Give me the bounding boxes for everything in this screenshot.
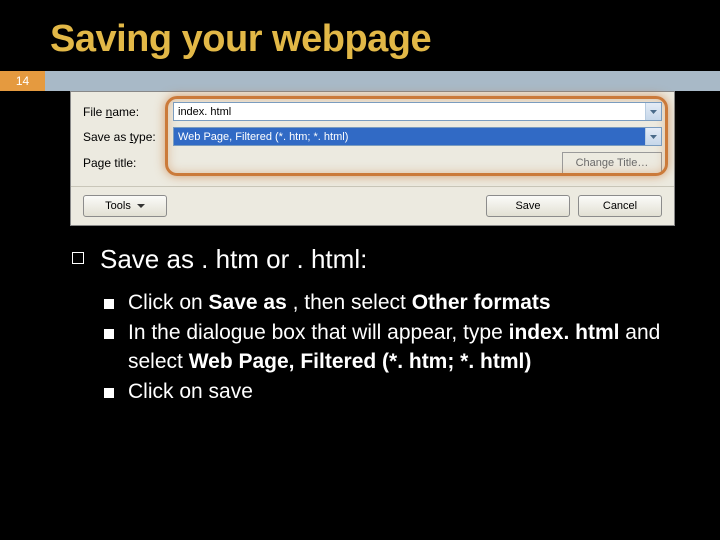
header-stripe-bar xyxy=(45,71,720,91)
text-span: In the dialogue box that will appear, ty… xyxy=(128,321,509,344)
save-as-type-dropdown-arrow[interactable] xyxy=(645,128,661,145)
list-item: Click on save xyxy=(104,378,672,406)
list-item: Click on Save as , then select Other for… xyxy=(104,289,672,317)
chevron-down-icon xyxy=(650,135,657,139)
page-number-badge: 14 xyxy=(0,71,45,91)
body-heading-row: Save as . htm or . html: xyxy=(72,244,672,275)
sub-bullet-list: Click on Save as , then select Other for… xyxy=(104,289,672,406)
dialog-button-bar: Tools Save Cancel xyxy=(71,186,674,225)
save-as-type-label: Save as type: xyxy=(83,130,173,144)
chevron-down-icon xyxy=(650,110,657,114)
file-name-dropdown-arrow[interactable] xyxy=(645,103,661,120)
file-name-input[interactable]: index. html xyxy=(173,102,662,121)
bullet-square-open-icon xyxy=(72,252,84,264)
file-name-label: File name: xyxy=(83,105,173,119)
dialog-screenshot-area: File name: index. html Save as type: Web… xyxy=(0,91,720,226)
chevron-down-icon xyxy=(137,204,145,208)
save-dialog: File name: index. html Save as type: Web… xyxy=(70,91,675,226)
page-title-row: Page title: Change Title… xyxy=(83,152,662,174)
slide-title: Saving your webpage xyxy=(0,0,720,71)
text-span: Click on xyxy=(128,291,209,314)
text-span: , then select xyxy=(287,291,412,314)
text-bold: Other formats xyxy=(412,291,551,314)
save-button[interactable]: Save xyxy=(486,195,570,217)
bullet-square-filled-icon xyxy=(104,329,114,339)
save-as-type-value: Web Page, Filtered (*. htm; *. html) xyxy=(178,131,348,143)
tools-button[interactable]: Tools xyxy=(83,195,167,217)
body-heading: Save as . htm or . html: xyxy=(100,244,367,275)
file-name-row: File name: index. html xyxy=(83,102,662,121)
cancel-button[interactable]: Cancel xyxy=(578,195,662,217)
slide-body: Save as . htm or . html: Click on Save a… xyxy=(0,226,720,406)
header-stripe: 14 xyxy=(0,71,720,91)
save-as-type-select[interactable]: Web Page, Filtered (*. htm; *. html) xyxy=(173,127,662,146)
save-button-label: Save xyxy=(515,200,540,212)
text-bold: Web Page, Filtered (*. htm; *. html) xyxy=(189,350,532,373)
text-span: Click on save xyxy=(128,378,672,406)
bullet-square-filled-icon xyxy=(104,299,114,309)
page-title-label: Page title: xyxy=(83,156,173,170)
tools-button-label: Tools xyxy=(105,200,131,212)
text-bold: Save as xyxy=(209,291,287,314)
file-name-value: index. html xyxy=(178,106,231,118)
cancel-button-label: Cancel xyxy=(603,200,637,212)
list-item: In the dialogue box that will appear, ty… xyxy=(104,319,672,376)
text-bold: index. html xyxy=(509,321,620,344)
save-as-type-row: Save as type: Web Page, Filtered (*. htm… xyxy=(83,127,662,146)
change-title-button[interactable]: Change Title… xyxy=(562,152,662,174)
bullet-square-filled-icon xyxy=(104,388,114,398)
